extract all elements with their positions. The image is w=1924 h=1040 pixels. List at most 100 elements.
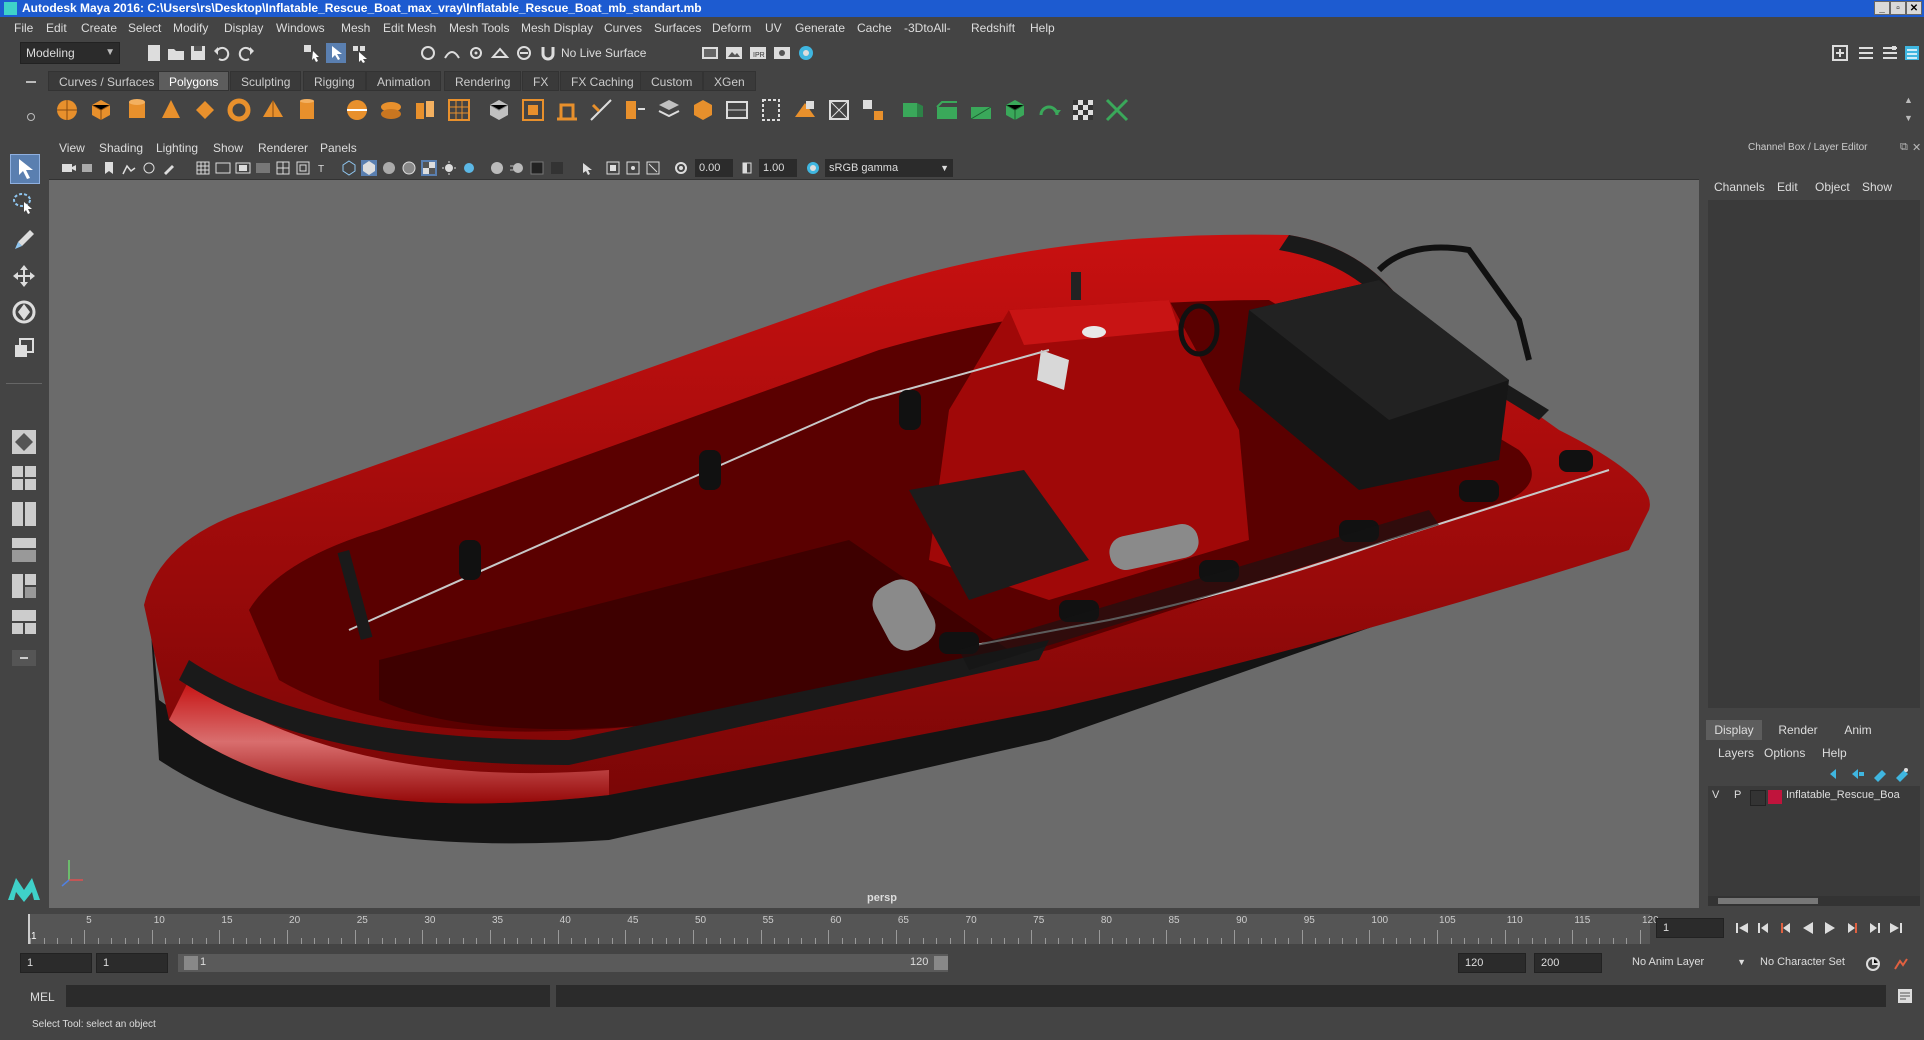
current-frame-field[interactable]: 1 — [1656, 918, 1724, 938]
four-pane-layout-button[interactable] — [10, 464, 38, 492]
textured-icon[interactable] — [421, 160, 437, 176]
viewport-menu-panels[interactable]: Panels — [320, 141, 357, 155]
outliner-layout-button[interactable] — [10, 536, 38, 564]
graph-layout-button[interactable] — [10, 572, 38, 600]
menu-3dtoall[interactable]: -3DtoAll- — [904, 21, 951, 35]
target-weld-icon[interactable] — [622, 97, 648, 123]
rotate-tool-button[interactable] — [10, 298, 38, 326]
menu-display[interactable]: Display — [224, 21, 263, 35]
snap-curve-icon[interactable] — [442, 43, 462, 63]
shelf-tab-sculpting[interactable]: Sculpting — [230, 71, 302, 91]
layer-reference-toggle[interactable] — [1750, 790, 1766, 806]
viewport-menu-show[interactable]: Show — [213, 141, 243, 155]
layer-row[interactable]: V P Inflatable_Rescue_Boa — [1708, 788, 1920, 806]
automatic-mapping-icon[interactable] — [826, 97, 852, 123]
shelf-tab-xgen[interactable]: XGen — [703, 71, 756, 91]
two-pane-layout-button[interactable] — [10, 500, 38, 528]
insert-edge-loop-icon[interactable] — [656, 97, 682, 123]
image-plane-icon[interactable] — [121, 160, 137, 176]
single-pane-layout-button[interactable] — [10, 428, 38, 456]
snap-live-icon[interactable] — [514, 43, 534, 63]
menu-deform[interactable]: Deform — [712, 21, 751, 35]
animation-preferences-icon[interactable] — [1892, 955, 1910, 973]
2d-pan-zoom-icon[interactable] — [141, 160, 157, 176]
exposure-icon[interactable] — [673, 160, 689, 176]
time-ruler[interactable]: 5 10 15 20 25 30 35 40 45 50 55 60 65 70 75 80 85 90 95 100… — [30, 914, 1659, 944]
move-tool-button[interactable] — [10, 262, 38, 290]
shelf-tab-custom[interactable]: Custom — [640, 71, 704, 91]
attribute-editor-icon[interactable] — [1856, 43, 1876, 63]
use-all-lights-icon[interactable] — [441, 160, 457, 176]
menu-create[interactable]: Create — [81, 21, 117, 35]
open-scene-icon[interactable] — [166, 43, 186, 63]
undo-icon[interactable] — [212, 43, 232, 63]
viewport-persp[interactable]: persp — [49, 180, 1699, 908]
menu-windows[interactable]: Windows — [276, 21, 325, 35]
viewport-menu-view[interactable]: View — [59, 141, 85, 155]
step-back-icon[interactable] — [1756, 920, 1772, 936]
resolution-gate-icon[interactable] — [235, 160, 251, 176]
play-forward-icon[interactable] — [1822, 920, 1838, 936]
move-layer-down-icon[interactable] — [1850, 766, 1866, 782]
auto-key-icon[interactable] — [1864, 955, 1882, 973]
go-to-start-icon[interactable] — [1734, 920, 1750, 936]
mirror-icon[interactable] — [1036, 97, 1062, 123]
triangulate-icon[interactable] — [968, 97, 994, 123]
playback-start-field[interactable]: 1 — [96, 953, 168, 973]
new-layer-selected-icon[interactable] — [1894, 766, 1910, 782]
save-scene-icon[interactable] — [188, 43, 208, 63]
field-chart-icon[interactable] — [275, 160, 291, 176]
checker-icon[interactable] — [1070, 97, 1096, 123]
layer-menu-help[interactable]: Help — [1822, 746, 1847, 760]
extract-icon[interactable] — [412, 97, 438, 123]
current-time-marker[interactable] — [28, 914, 30, 944]
select-component-icon[interactable] — [350, 43, 370, 63]
layer-menu-layers[interactable]: Layers — [1718, 746, 1754, 760]
menu-help[interactable]: Help — [1030, 21, 1055, 35]
hypershade-layout-button[interactable] — [10, 608, 38, 636]
menu-curves[interactable]: Curves — [604, 21, 642, 35]
bevel-icon[interactable] — [486, 97, 512, 123]
poly-plane-icon[interactable] — [192, 97, 218, 123]
planar-mapping-icon[interactable] — [724, 97, 750, 123]
tool-settings-icon[interactable] — [1880, 43, 1900, 63]
new-scene-icon[interactable] — [144, 43, 164, 63]
panel-close-icon[interactable]: ✕ — [1912, 141, 1921, 154]
wireframe-icon[interactable] — [341, 160, 357, 176]
shelf-tab-fx-caching[interactable]: FX Caching — [560, 71, 645, 91]
snap-grid-icon[interactable] — [418, 43, 438, 63]
gate-mask-icon[interactable] — [255, 160, 271, 176]
cylindrical-mapping-icon[interactable] — [758, 97, 784, 123]
animation-start-field[interactable]: 1 — [20, 953, 92, 973]
viewport-menu-shading[interactable]: Shading — [99, 141, 143, 155]
safe-title-icon[interactable]: T — [315, 160, 331, 176]
film-gate-icon[interactable] — [215, 160, 231, 176]
snap-point-icon[interactable] — [466, 43, 486, 63]
command-language-label[interactable]: MEL — [30, 990, 55, 1004]
gamma-icon[interactable] — [739, 160, 755, 176]
anim-layer-dropdown[interactable]: No Anim Layer ▼ — [1626, 953, 1750, 973]
camera-icon[interactable] — [61, 160, 77, 176]
poly-cube-icon[interactable] — [88, 97, 114, 123]
color-management-icon[interactable] — [805, 160, 821, 176]
shadows-icon[interactable] — [461, 160, 477, 176]
viewport-menu-lighting[interactable]: Lighting — [156, 141, 198, 155]
xray-icon[interactable] — [605, 160, 621, 176]
magnet-icon[interactable] — [538, 43, 558, 63]
mode-dropdown[interactable]: Modeling ▼ — [20, 42, 120, 64]
layer-menu-options[interactable]: Options — [1764, 746, 1805, 760]
command-input[interactable] — [66, 985, 550, 1007]
camera-attributes-icon[interactable] — [81, 160, 97, 176]
shelf-options[interactable] — [24, 69, 38, 135]
offset-edge-loop-icon[interactable] — [690, 97, 716, 123]
spherical-mapping-icon[interactable] — [792, 97, 818, 123]
channel-box-icon[interactable] — [1902, 43, 1922, 63]
cleanup-icon[interactable] — [934, 97, 960, 123]
reduce-icon[interactable] — [900, 97, 926, 123]
poly-pipe-icon[interactable] — [294, 97, 320, 123]
shelf-tab-rigging[interactable]: Rigging — [303, 71, 366, 91]
menu-modify[interactable]: Modify — [173, 21, 208, 35]
menu-mesh[interactable]: Mesh — [341, 21, 370, 35]
range-slider[interactable]: 1 120 — [178, 954, 948, 972]
select-hierarchy-icon[interactable] — [302, 43, 322, 63]
